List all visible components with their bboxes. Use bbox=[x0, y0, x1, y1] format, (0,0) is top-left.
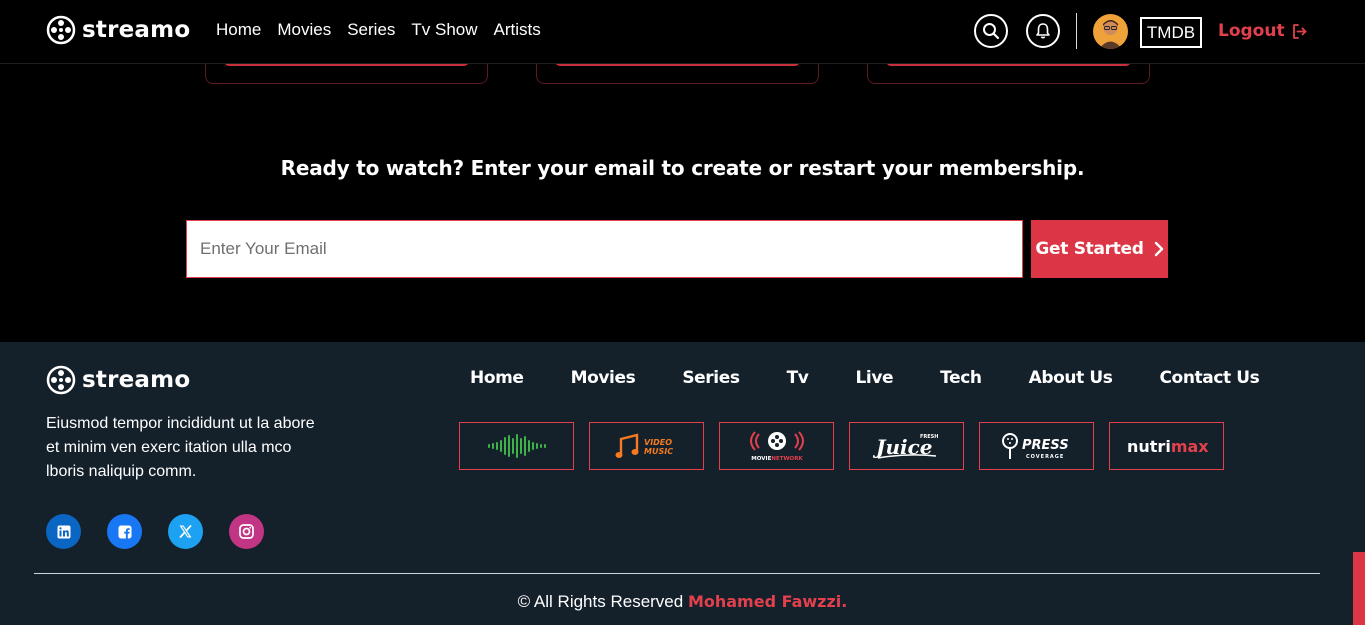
linkedin-icon bbox=[57, 525, 70, 538]
nav-link-series[interactable]: Series bbox=[347, 20, 395, 40]
movie-network-text: MOVIENETWORK bbox=[751, 456, 803, 462]
logout-label: Logout bbox=[1218, 21, 1285, 41]
coverage-text: COVERAGE bbox=[1026, 454, 1064, 460]
twitter-x-button[interactable] bbox=[168, 514, 203, 549]
footer-nav: Home Movies Series Tv Live Tech About Us… bbox=[470, 368, 1260, 388]
footer: streamo Eiusmod tempor incididunt ut la … bbox=[0, 342, 1365, 625]
partner-video-music[interactable]: VIDEO MUSIC bbox=[589, 422, 704, 470]
footer-brand-name: streamo bbox=[82, 367, 191, 393]
search-button[interactable] bbox=[974, 14, 1008, 48]
film-reel-icon bbox=[46, 365, 76, 395]
nav-divider bbox=[1076, 13, 1077, 49]
main-nav: Home Movies Series Tv Show Artists bbox=[216, 20, 541, 40]
scroll-to-top-button[interactable] bbox=[1353, 552, 1365, 625]
footer-link-tv[interactable]: Tv bbox=[787, 368, 809, 388]
footer-brand-logo[interactable]: streamo bbox=[46, 365, 190, 395]
brand-logo[interactable]: streamo bbox=[46, 15, 190, 45]
logout-button[interactable]: Logout bbox=[1218, 21, 1308, 41]
press-coverage-logo: PRESS COVERAGE bbox=[1001, 433, 1069, 460]
nav-link-movies[interactable]: Movies bbox=[277, 20, 331, 40]
instagram-icon bbox=[239, 524, 254, 539]
video-music-text-1: VIDEO bbox=[644, 438, 672, 447]
juice-logo: FRESH Juice bbox=[872, 434, 938, 459]
partner-juice[interactable]: FRESH Juice bbox=[849, 422, 964, 470]
logout-icon bbox=[1292, 23, 1306, 39]
membership-heading: Ready to watch? Enter your email to crea… bbox=[280, 156, 1085, 180]
search-icon bbox=[983, 23, 1000, 40]
nav-link-artists[interactable]: Artists bbox=[494, 20, 541, 40]
footer-link-movies[interactable]: Movies bbox=[571, 368, 636, 388]
partner-movie-network[interactable]: MOVIENETWORK bbox=[719, 422, 834, 470]
nutrimax-logo: nutrimax bbox=[1127, 437, 1209, 456]
footer-link-live[interactable]: Live bbox=[855, 368, 893, 388]
copyright-author-link[interactable]: Mohamed Fawzzi. bbox=[688, 592, 847, 611]
film-reel-icon bbox=[46, 15, 76, 45]
partner-sound-wave[interactable] bbox=[459, 422, 574, 470]
copyright-text: © All Rights Reserved bbox=[517, 592, 684, 611]
tmdb-button[interactable]: TMDB bbox=[1140, 17, 1202, 48]
partner-nutrimax[interactable]: nutrimax bbox=[1109, 422, 1224, 470]
navbar: streamo Home Movies Series Tv Show Artis… bbox=[0, 0, 1365, 64]
footer-link-tech[interactable]: Tech bbox=[940, 368, 982, 388]
footer-link-contact-us[interactable]: Contact Us bbox=[1159, 368, 1259, 388]
linkedin-button[interactable] bbox=[46, 514, 81, 549]
get-started-button[interactable]: Get Started bbox=[1031, 220, 1168, 278]
copyright: © All Rights Reserved Mohamed Fawzzi. bbox=[0, 592, 1365, 612]
nav-link-tv-show[interactable]: Tv Show bbox=[411, 20, 477, 40]
video-music-text-2: MUSIC bbox=[644, 447, 673, 456]
footer-link-home[interactable]: Home bbox=[470, 368, 524, 388]
bell-icon bbox=[1036, 23, 1050, 39]
notifications-button[interactable] bbox=[1026, 14, 1060, 48]
nutrimax-text: nutrimax bbox=[1127, 437, 1209, 456]
user-avatar[interactable] bbox=[1093, 14, 1128, 49]
footer-link-about-us[interactable]: About Us bbox=[1029, 368, 1113, 388]
sound-wave-logo bbox=[487, 434, 546, 458]
user-avatar-image bbox=[1093, 14, 1128, 49]
press-text: PRESS bbox=[1022, 438, 1069, 453]
facebook-button[interactable] bbox=[107, 514, 142, 549]
movie-network-logo: MOVIENETWORK bbox=[749, 431, 804, 462]
twitter-x-icon bbox=[179, 524, 192, 539]
footer-divider bbox=[34, 573, 1320, 574]
chevron-right-icon bbox=[1154, 241, 1163, 257]
instagram-button[interactable] bbox=[229, 514, 264, 549]
footer-link-series[interactable]: Series bbox=[682, 368, 740, 388]
brand-name: streamo bbox=[82, 17, 191, 43]
email-input[interactable] bbox=[186, 220, 1023, 278]
facebook-icon bbox=[118, 525, 131, 538]
footer-description: Eiusmod tempor incididunt ut la abore et… bbox=[46, 415, 315, 480]
get-started-label: Get Started bbox=[1035, 239, 1144, 259]
nav-link-home[interactable]: Home bbox=[216, 20, 261, 40]
partner-press-coverage[interactable]: PRESS COVERAGE bbox=[979, 422, 1094, 470]
video-music-logo: VIDEO MUSIC bbox=[615, 433, 673, 458]
